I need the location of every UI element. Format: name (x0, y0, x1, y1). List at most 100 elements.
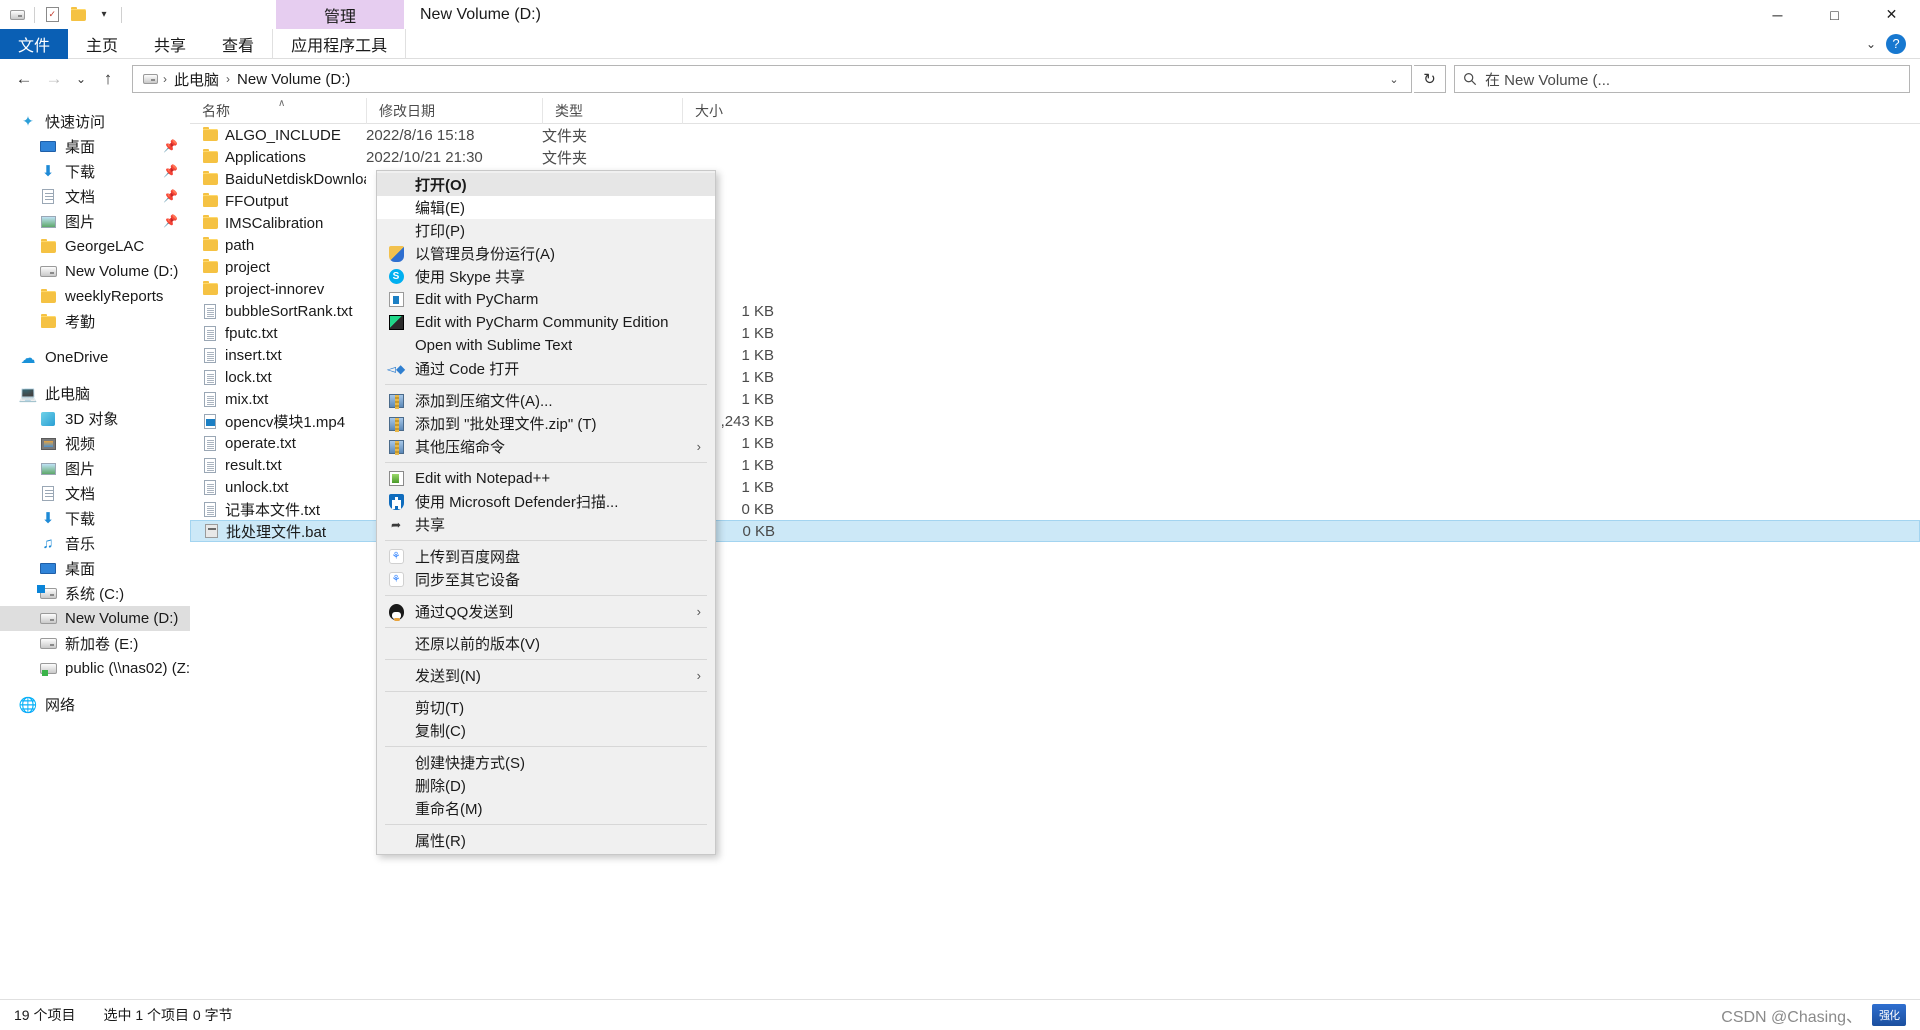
pin-icon[interactable]: 📌 (163, 189, 178, 203)
file-explorer-window: ✓ ▾ 管理 New Volume (D:) ─ □ ✕ 文件 主页 共享 查看… (0, 0, 1920, 1030)
sidebar-item-3d-objects[interactable]: 3D 对象 (0, 406, 190, 431)
column-header-name[interactable]: ∧ 名称 (190, 98, 366, 124)
address-input[interactable]: › 此电脑 › New Volume (D:) ⌄ (132, 65, 1412, 93)
menu-item-label: Edit with PyCharm Community Edition (415, 314, 669, 331)
text-file-icon (202, 457, 218, 473)
menu-item-open-with-sublime-text[interactable]: Open with Sublime Text (377, 334, 715, 357)
menu-item-scan-with-defender[interactable]: 使用 Microsoft Defender扫描... (377, 490, 715, 513)
menu-item-properties[interactable]: 属性(R) (377, 829, 715, 852)
back-button[interactable]: ← (10, 65, 38, 93)
search-input[interactable]: 在 New Volume (... (1454, 65, 1910, 93)
up-button[interactable]: ↑ (94, 65, 122, 93)
chevron-down-icon[interactable]: ⌄ (1381, 73, 1407, 86)
sidebar-item-kaoqin[interactable]: 考勤 (0, 309, 190, 334)
sidebar-group-onedrive[interactable]: ☁ OneDrive (0, 345, 190, 370)
sidebar-item-weeklyreports[interactable]: weeklyReports (0, 284, 190, 309)
column-header-size[interactable]: 大小 (682, 97, 782, 124)
sidebar-item-new-volume-e[interactable]: 新加卷 (E:) (0, 631, 190, 656)
menu-item-create-shortcut[interactable]: 创建快捷方式(S) (377, 751, 715, 774)
sidebar-item-public-nas02-z[interactable]: public (\\nas02) (Z:) (0, 656, 190, 681)
tab-home[interactable]: 主页 (68, 29, 136, 59)
menu-item-edit[interactable]: 编辑(E) (377, 196, 715, 219)
table-row[interactable]: Applications 2022/10/21 21:30 文件夹 (190, 146, 1920, 168)
minimize-button[interactable]: ─ (1749, 0, 1806, 29)
sidebar-item-new-volume-d[interactable]: New Volume (D:) (0, 606, 190, 631)
sidebar-item-downloads[interactable]: ⬇ 下载 📌 (0, 159, 190, 184)
folder-icon (202, 127, 218, 143)
menu-item-add-to-archive[interactable]: 添加到压缩文件(A)... (377, 389, 715, 412)
menu-item-edit-with-notepadpp[interactable]: Edit with Notepad++ (377, 467, 715, 490)
sidebar-item-pictures-pc[interactable]: 图片 (0, 456, 190, 481)
menu-item-send-via-qq[interactable]: 通过QQ发送到 › (377, 600, 715, 623)
sidebar-item-label: 新加卷 (E:) (65, 636, 139, 653)
zip-icon (387, 415, 405, 433)
customize-dropdown-icon[interactable]: ▾ (91, 2, 117, 28)
sidebar-item-downloads-pc[interactable]: ⬇ 下载 (0, 506, 190, 531)
sidebar-item-videos[interactable]: 视频 (0, 431, 190, 456)
column-header-date-modified[interactable]: 修改日期 (366, 97, 542, 124)
folder-icon (202, 237, 218, 253)
menu-item-upload-to-baidu-netdisk[interactable]: ⚘ 上传到百度网盘 (377, 545, 715, 568)
menu-item-rename[interactable]: 重命名(M) (377, 797, 715, 820)
properties-icon[interactable]: ✓ (39, 2, 65, 28)
menu-item-cut[interactable]: 剪切(T) (377, 696, 715, 719)
forward-button[interactable]: → (40, 65, 68, 93)
breadcrumb-this-pc[interactable]: 此电脑 (170, 69, 223, 90)
file-name-label: 记事本文件.txt (225, 501, 321, 519)
menu-item-sync-to-other-devices[interactable]: ⚘ 同步至其它设备 (377, 568, 715, 591)
pin-icon[interactable]: 📌 (163, 164, 178, 178)
menu-item-open[interactable]: 打开(O) (377, 173, 715, 196)
tab-share[interactable]: 共享 (136, 29, 204, 59)
batch-file-icon (203, 523, 219, 539)
menu-item-add-to-named-zip[interactable]: 添加到 "批处理文件.zip" (T) (377, 412, 715, 435)
chevron-down-icon[interactable]: ⌄ (1866, 37, 1876, 51)
sidebar-item-documents[interactable]: 文档 📌 (0, 184, 190, 209)
menu-item-delete[interactable]: 删除(D) (377, 774, 715, 797)
file-name-cell: project (190, 259, 366, 276)
table-row[interactable]: ALGO_INCLUDE 2022/8/16 15:18 文件夹 (190, 124, 1920, 146)
menu-item-share-with-skype[interactable]: S 使用 Skype 共享 (377, 265, 715, 288)
menu-item-label: 以管理员身份运行(A) (415, 246, 555, 263)
breadcrumb-new-volume-d[interactable]: New Volume (D:) (233, 71, 354, 88)
menu-item-edit-with-pycharm[interactable]: Edit with PyCharm (377, 288, 715, 311)
maximize-button[interactable]: □ (1806, 0, 1863, 29)
menu-item-label: 上传到百度网盘 (415, 549, 521, 566)
sidebar-group-this-pc[interactable]: 💻 此电脑 (0, 381, 190, 406)
new-folder-icon[interactable] (65, 2, 91, 28)
menu-item-share[interactable]: ➦ 共享 (377, 513, 715, 536)
menu-item-copy[interactable]: 复制(C) (377, 719, 715, 742)
refresh-button[interactable]: ↻ (1414, 65, 1446, 93)
recent-locations-button[interactable]: ⌄ (70, 65, 92, 93)
pin-icon[interactable]: 📌 (163, 139, 178, 153)
tab-view[interactable]: 查看 (204, 29, 272, 59)
sidebar-item-desktop[interactable]: 桌面 📌 (0, 134, 190, 159)
menu-item-send-to[interactable]: 发送到(N) › (377, 664, 715, 687)
menu-item-restore-previous-versions[interactable]: 还原以前的版本(V) (377, 632, 715, 655)
pin-icon[interactable]: 📌 (163, 214, 178, 228)
sidebar-item-georgelac[interactable]: GeorgeLAC (0, 234, 190, 259)
sidebar-item-new-volume-d-quick[interactable]: New Volume (D:) (0, 259, 190, 284)
tab-application-tools[interactable]: 应用程序工具 (272, 29, 407, 59)
menu-item-edit-with-pycharm-community[interactable]: Edit with PyCharm Community Edition (377, 311, 715, 334)
sidebar-item-desktop-pc[interactable]: 桌面 (0, 556, 190, 581)
download-icon: ⬇ (41, 510, 55, 527)
navigation-pane[interactable]: ✦ 快速访问 桌面 📌 ⬇ 下载 📌 文档 📌 图片 📌 GeorgeLAC N… (0, 98, 190, 813)
sidebar-item-pictures[interactable]: 图片 📌 (0, 209, 190, 234)
sidebar-item-documents-pc[interactable]: 文档 (0, 481, 190, 506)
column-header-type[interactable]: 类型 (542, 97, 682, 124)
tab-file[interactable]: 文件 (0, 29, 69, 59)
sidebar-item-system-c[interactable]: 系统 (C:) (0, 581, 190, 606)
menu-item-open-with-code[interactable]: ◅◆ 通过 Code 打开 (377, 357, 715, 380)
close-button[interactable]: ✕ (1863, 0, 1920, 29)
file-name-cell: opencv模块1.mp4 (190, 411, 366, 432)
sidebar-item-label: public (\\nas02) (Z:) (65, 660, 190, 677)
sidebar-group-network[interactable]: 🌐 网络 (0, 692, 190, 717)
sidebar-group-quick-access[interactable]: ✦ 快速访问 (0, 109, 190, 134)
contextual-tab-manage[interactable]: 管理 (276, 0, 404, 29)
sidebar-item-music[interactable]: ♫ 音乐 (0, 531, 190, 556)
menu-item-run-as-administrator[interactable]: 以管理员身份运行(A) (377, 242, 715, 265)
context-menu[interactable]: 打开(O) 编辑(E) 打印(P) 以管理员身份运行(A) S 使用 Skype… (376, 170, 716, 855)
menu-item-other-archive-commands[interactable]: 其他压缩命令 › (377, 435, 715, 458)
menu-item-print[interactable]: 打印(P) (377, 219, 715, 242)
help-icon[interactable]: ? (1886, 33, 1906, 54)
